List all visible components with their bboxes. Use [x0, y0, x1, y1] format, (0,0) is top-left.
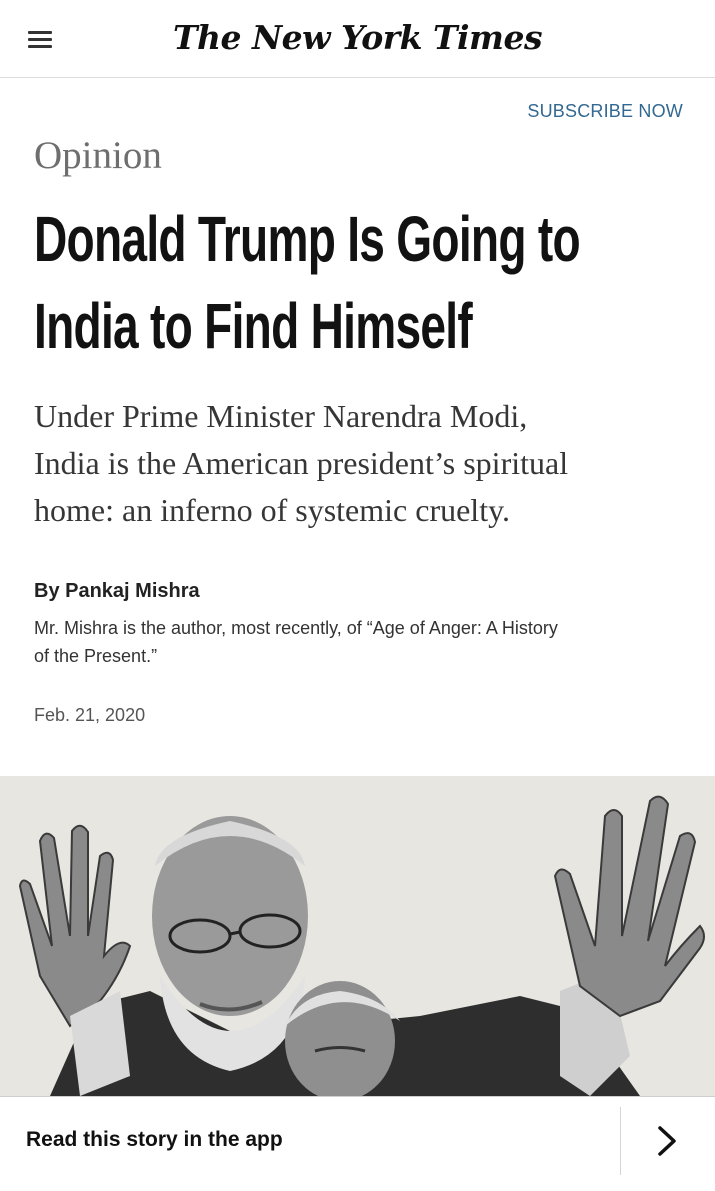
chevron-right-icon[interactable] [652, 1123, 682, 1159]
nyt-logo[interactable]: The New York Times [0, 18, 715, 57]
publish-date: Feb. 21, 2020 [34, 705, 146, 725]
author-bio: Mr. Mishra is the author, most recently,… [34, 614, 694, 670]
article-illustration [0, 776, 715, 1096]
right-hand-icon [553, 795, 705, 1018]
face-portrait [152, 816, 308, 1071]
headline-line-1: Donald Trump Is Going to [34, 203, 581, 275]
top-bar: The New York Times [0, 0, 715, 78]
byline[interactable]: By Pankaj Mishra [34, 580, 200, 603]
illustration-artwork [18, 795, 705, 1096]
subscribe-now-link[interactable]: SUBSCRIBE NOW [527, 101, 683, 122]
divider [620, 1107, 621, 1175]
author-bio-line-2: of the Present.” [34, 646, 158, 666]
summary-line-1: Under Prime Minister Narendra Modi, [34, 398, 528, 434]
summary-line-3: home: an inferno of systemic cruelty. [34, 492, 510, 528]
summary: Under Prime Minister Narendra Modi, Indi… [34, 393, 694, 534]
headline-line-2: India to Find Himself [34, 290, 473, 362]
read-in-app-link[interactable]: Read this story in the app [26, 1128, 283, 1152]
author-bio-line-1: Mr. Mishra is the author, most recently,… [34, 618, 558, 638]
summary-line-2: India is the American president’s spirit… [34, 445, 569, 481]
section-label[interactable]: Opinion [34, 133, 162, 178]
app-banner[interactable]: Read this story in the app [0, 1096, 715, 1191]
headline: Donald Trump Is Going to India to Find H… [34, 196, 696, 370]
